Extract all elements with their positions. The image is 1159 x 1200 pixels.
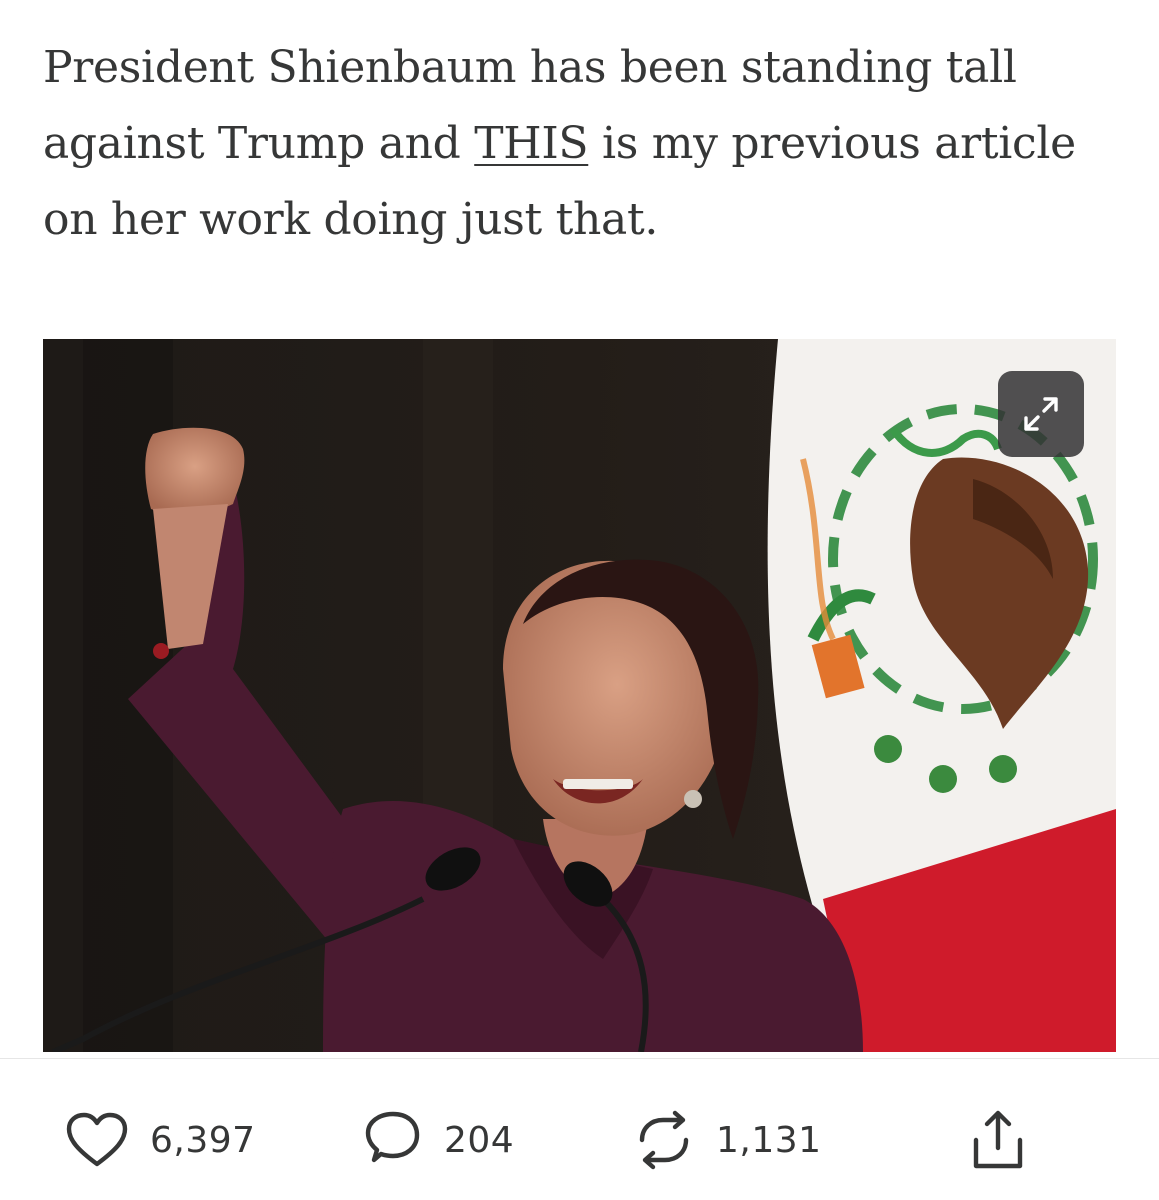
comment-count: 204 [444, 1119, 515, 1161]
expand-image-button[interactable] [998, 371, 1084, 457]
previous-article-link[interactable]: THIS [474, 118, 588, 169]
restack-arrows-icon [639, 1110, 689, 1170]
restack-button[interactable]: 1,131 [634, 1100, 822, 1180]
like-count: 6,397 [150, 1119, 256, 1161]
comment-button[interactable]: 204 [362, 1100, 514, 1180]
like-button[interactable]: 6,397 [66, 1100, 256, 1180]
article-paragraph: President Shienbaum has been standing ta… [43, 30, 1123, 258]
share-button[interactable] [968, 1100, 1028, 1180]
article-photo[interactable] [43, 339, 1116, 1052]
divider [0, 1058, 1159, 1059]
restack-count: 1,131 [716, 1119, 822, 1161]
post-actions-bar: 6,397 204 1,131 [0, 1100, 1159, 1180]
comment-bubble-icon [365, 1111, 420, 1163]
expand-arrows-icon [1024, 397, 1058, 431]
share-upload-icon [973, 1110, 1023, 1169]
photo-illustration [43, 339, 1116, 1052]
heart-icon [66, 1112, 128, 1167]
